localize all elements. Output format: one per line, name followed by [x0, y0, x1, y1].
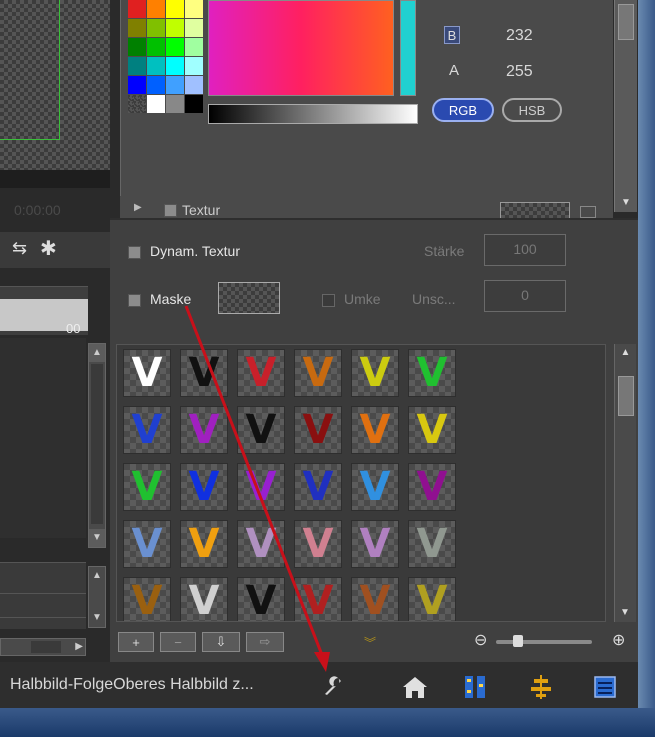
annotation-arrow	[184, 305, 330, 672]
